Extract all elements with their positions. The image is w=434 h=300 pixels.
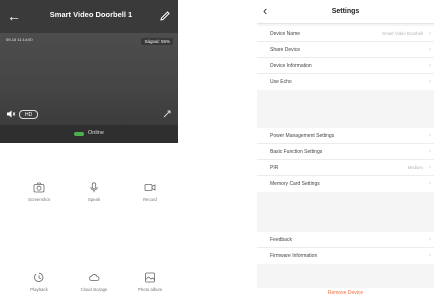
- chevron-right-icon: ›: [429, 133, 431, 139]
- settings-row-label: Device Name: [270, 31, 301, 37]
- chevron-right-icon: ›: [429, 63, 431, 69]
- chevron-right-icon: ›: [429, 79, 431, 85]
- chevron-right-icon: ›: [429, 237, 431, 243]
- fullscreen-icon[interactable]: [162, 109, 172, 119]
- settings-row-feedback[interactable]: Feedback ›: [257, 232, 434, 248]
- page-title: Settings: [331, 8, 360, 15]
- photo-album-button[interactable]: Photo album: [128, 272, 172, 292]
- cloud-storage-icon: [89, 274, 100, 281]
- settings-row-basic-function[interactable]: Basic Function Settings ›: [257, 144, 434, 160]
- settings-row-label: Memory Card Settings: [270, 181, 320, 187]
- signal-badge: Ságnal: 55%: [141, 38, 173, 45]
- playback-icon: [34, 272, 44, 282]
- settings-row-value: Medium: [407, 165, 423, 171]
- settings-header: ‹ Settings: [257, 0, 434, 24]
- remove-device-button[interactable]: Remove Device: [257, 288, 434, 300]
- photo-album-label: Photo album: [137, 287, 163, 292]
- settings-screen: ‹ Settings Device Name Smart Video Doorb…: [257, 0, 434, 300]
- settings-row-firmware-information[interactable]: Firmware Information ›: [257, 248, 434, 264]
- back-chevron-icon[interactable]: ‹: [263, 4, 275, 18]
- settings-row-label: Device Information: [270, 63, 312, 69]
- settings-row-device-name[interactable]: Device Name Smart Video Doorbell ›: [257, 26, 434, 42]
- settings-row-label: Basic Function Settings: [270, 149, 323, 155]
- cloud-storage-label: Cloud storage: [80, 287, 108, 292]
- edit-pencil-icon[interactable]: [159, 10, 171, 22]
- settings-row-label: Share Device: [270, 47, 301, 53]
- speaker-mute-icon[interactable]: [6, 109, 16, 119]
- settings-row-pir[interactable]: PIR Medium ›: [257, 160, 434, 176]
- screenshot-label: Screenshot: [28, 197, 50, 202]
- chevron-right-icon: ›: [429, 181, 431, 187]
- settings-row-memory-card[interactable]: Memory Card Settings ›: [257, 176, 434, 192]
- online-indicator: [74, 132, 84, 136]
- online-status-text: Online: [88, 130, 104, 136]
- settings-row-label: Feedback: [270, 237, 292, 243]
- settings-row-share-device[interactable]: Share Device ›: [257, 42, 434, 58]
- cloud-storage-button[interactable]: Cloud storage: [72, 272, 116, 292]
- settings-row-label: Power Management Settings: [270, 133, 335, 139]
- video-record-icon: [144, 184, 156, 191]
- device-live-screen: ← Smart Video Doorbell 1 09-16 11:14:00 …: [0, 0, 178, 300]
- chevron-right-icon: ›: [429, 165, 431, 171]
- settings-row-device-information[interactable]: Device Information ›: [257, 58, 434, 74]
- settings-group-support: Feedback › Firmware Information ›: [257, 232, 434, 264]
- speak-label: Speak: [87, 197, 101, 202]
- video-timestamp: 09-16 11:14:00: [6, 37, 33, 42]
- screenshot-button[interactable]: Screenshot: [17, 182, 61, 202]
- settings-row-label: PIR: [270, 165, 279, 171]
- top-bar: ← Smart Video Doorbell 1: [0, 0, 178, 33]
- settings-row-use-echo[interactable]: Use Echo ›: [257, 74, 434, 90]
- playback-button[interactable]: Playback: [17, 272, 61, 292]
- chevron-right-icon: ›: [429, 31, 431, 37]
- settings-row-label: Firmware Information: [270, 253, 318, 259]
- record-button[interactable]: Record: [128, 182, 172, 202]
- settings-group-functions: Power Management Settings › Basic Functi…: [257, 128, 434, 192]
- chevron-right-icon: ›: [429, 47, 431, 53]
- back-arrow-icon[interactable]: ←: [6, 8, 22, 24]
- live-video-view[interactable]: 09-16 11:14:00 Ságnal: 55% HD: [0, 33, 178, 125]
- photo-album-icon: [145, 272, 155, 283]
- connection-status-bar: Online: [0, 125, 178, 143]
- playback-label: Playback: [30, 287, 48, 292]
- settings-group-device: Device Name Smart Video Doorbell › Share…: [257, 26, 434, 90]
- camera-icon: [33, 182, 45, 193]
- device-title: Smart Video Doorbell 1: [49, 10, 133, 19]
- settings-row-power-management[interactable]: Power Management Settings ›: [257, 128, 434, 144]
- settings-row-value: Smart Video Doorbell: [382, 31, 423, 37]
- quality-toggle-button[interactable]: HD: [19, 110, 39, 119]
- chevron-right-icon: ›: [429, 253, 431, 259]
- chevron-right-icon: ›: [429, 149, 431, 155]
- speak-button[interactable]: Speak: [72, 182, 116, 202]
- remove-device-label: Remove Device: [327, 290, 364, 296]
- microphone-icon: [90, 182, 98, 193]
- settings-row-label: Use Echo: [270, 79, 292, 85]
- record-label: Record: [143, 197, 157, 202]
